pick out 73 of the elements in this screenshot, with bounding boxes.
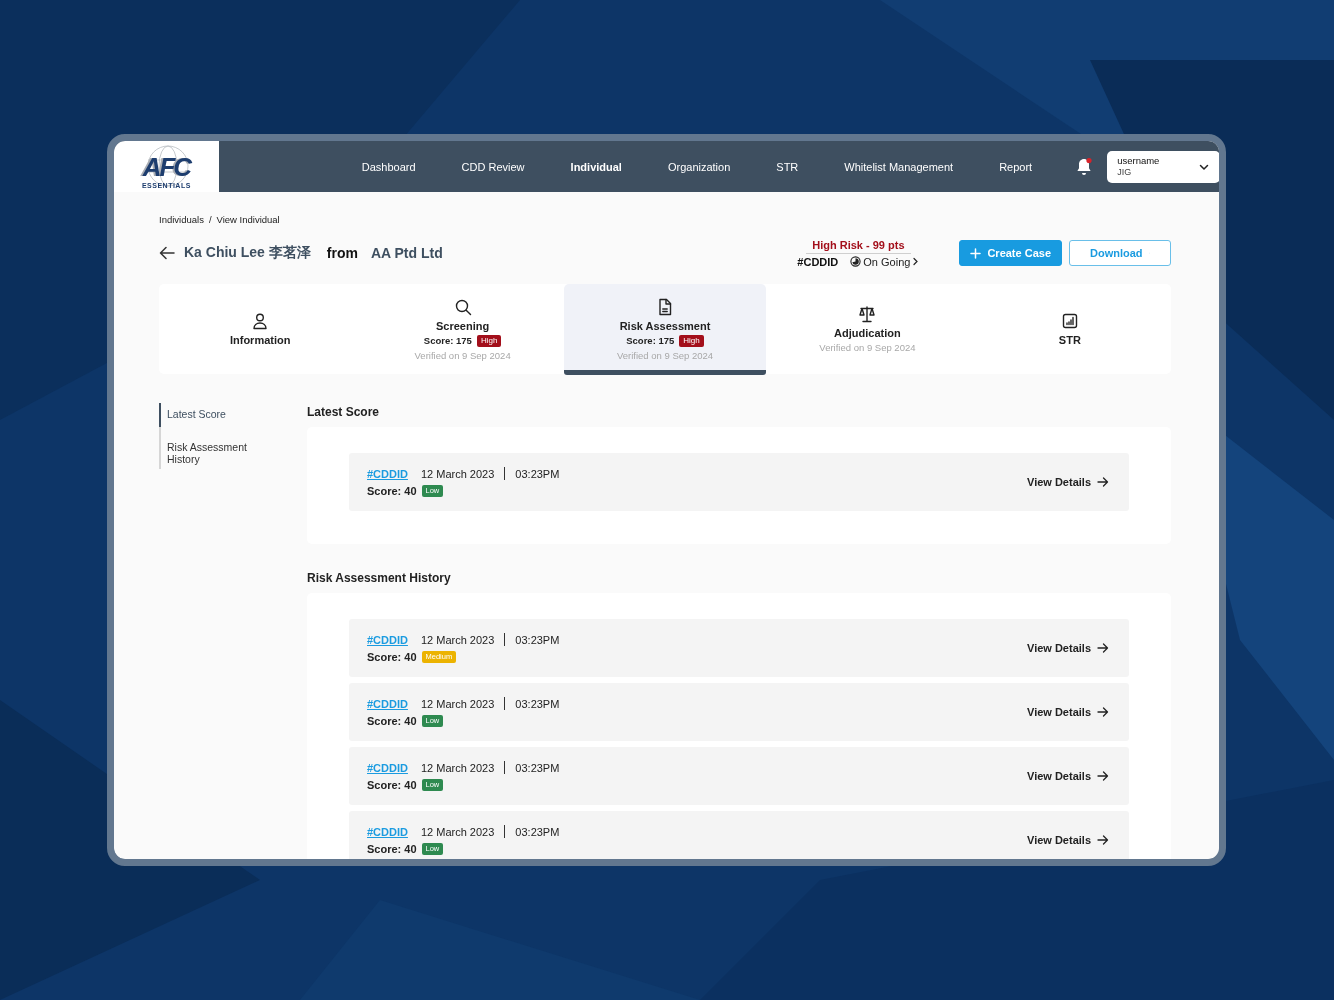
verified-date: Verified on 9 Sep 2024: [819, 342, 916, 353]
breadcrumb-separator: /: [208, 214, 212, 225]
nav-link[interactable]: Organization: [644, 160, 754, 173]
view-details-link[interactable]: View Details: [1027, 706, 1109, 718]
score-text: Score: 40: [367, 779, 417, 791]
back-arrow-icon[interactable]: [159, 246, 175, 260]
plus-icon: [970, 247, 982, 259]
view-details-link[interactable]: View Details: [1027, 476, 1109, 488]
chart-icon: [1060, 312, 1079, 330]
arrow-right-icon: [1097, 477, 1109, 487]
record-date: 12 March 2023: [420, 633, 495, 646]
nav-link[interactable]: STR: [753, 160, 822, 173]
search-icon: [453, 297, 472, 316]
sidebar-item[interactable]: Risk Assessment History: [159, 437, 267, 469]
nav-link[interactable]: Individual: [547, 160, 645, 173]
record-date: 12 March 2023: [420, 825, 495, 838]
person-icon: [251, 312, 270, 330]
score-text: Score: 40: [367, 843, 417, 855]
record-time: 03:23PM: [515, 467, 560, 480]
status-icon: [850, 256, 862, 267]
arrow-right-icon: [1097, 707, 1109, 717]
verified-date: Verified on 9 Sep 2024: [616, 349, 714, 361]
view-details-link[interactable]: View Details: [1027, 834, 1109, 846]
view-details-link[interactable]: View Details: [1027, 770, 1109, 782]
record-time: 03:23PM: [515, 825, 560, 838]
bell-icon[interactable]: [1075, 156, 1094, 177]
arrow-right-icon: [1097, 835, 1109, 845]
record-date: 12 March 2023: [420, 761, 495, 774]
record-time: 03:23PM: [515, 697, 560, 710]
section-title: Latest Score: [307, 405, 381, 419]
tab-title: Screening: [436, 319, 490, 332]
scales-icon: [858, 305, 877, 323]
step-tab[interactable]: Information: [159, 284, 362, 374]
tab-title: Risk Assessment: [619, 319, 711, 332]
section-title: Risk Assessment History: [307, 571, 452, 585]
person-name: Ka Chiu Lee 李茗泽: [184, 244, 311, 262]
record-date: 12 March 2023: [420, 467, 495, 480]
score-text: Score: 40: [367, 485, 417, 497]
step-tab[interactable]: Screening Score: 175 High Verified on 9 Sep 2024: [361, 284, 564, 374]
company-name: AA Ptd Ltd: [370, 245, 443, 261]
tab-title: STR: [1058, 334, 1081, 346]
from-label: from: [326, 245, 358, 261]
arrow-right-icon: [1097, 643, 1109, 653]
status-link[interactable]: On Going: [850, 255, 920, 268]
chevron-right-icon: [912, 257, 920, 266]
arrow-right-icon: [1097, 771, 1109, 781]
nav-link[interactable]: Whitelist Management: [821, 160, 977, 173]
risk-label: High Risk - 99 pts: [806, 238, 911, 254]
tab-title: Information: [229, 334, 291, 346]
record-time: 03:23PM: [515, 761, 560, 774]
verified-date: Verified on 9 Sep 2024: [414, 349, 511, 361]
step-tab[interactable]: STR: [968, 284, 1172, 374]
view-details-link[interactable]: View Details: [1027, 642, 1109, 654]
score-text: Score: 40: [367, 651, 417, 663]
nav-link[interactable]: Report: [976, 160, 1056, 173]
user-menu[interactable]: username JIG: [1107, 150, 1219, 183]
score-text: Score: 175: [626, 335, 675, 346]
risk-badge: High: [476, 334, 502, 347]
sidebar-item[interactable]: Latest Score: [159, 403, 267, 427]
tab-title: Adjudication: [834, 327, 901, 339]
risk-badge: High: [679, 334, 704, 347]
document-icon: [656, 297, 674, 316]
breadcrumb-link[interactable]: Individuals: [159, 214, 204, 225]
case-id: #CDDID: [797, 255, 839, 268]
score-text: Score: 40: [367, 715, 417, 727]
nav-link[interactable]: CDD Review: [438, 160, 548, 173]
nav-link[interactable]: Dashboard: [338, 160, 439, 173]
step-tab[interactable]: Adjudication Verified on 9 Sep 2024: [766, 284, 969, 374]
step-tab[interactable]: Risk Assessment Score: 175 High Verified on 9 Sep 2024: [563, 284, 767, 374]
breadcrumb-link[interactable]: View Individual: [216, 214, 280, 225]
score-text: Score: 175: [423, 335, 472, 346]
record-time: 03:23PM: [515, 633, 560, 646]
record-date: 12 March 2023: [420, 697, 495, 710]
